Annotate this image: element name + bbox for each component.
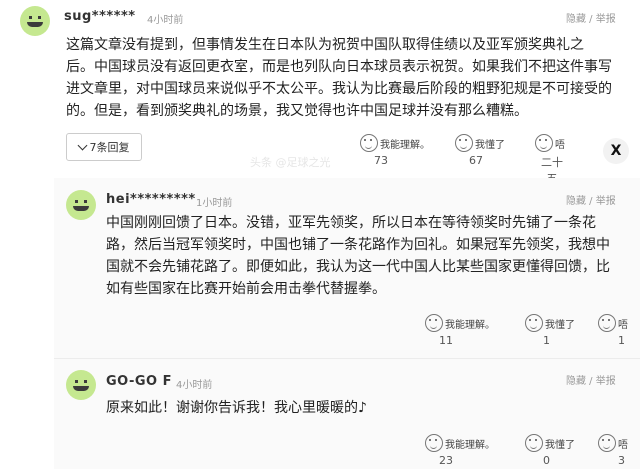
watermark: 头条 @足球之光 bbox=[250, 156, 331, 169]
hide-link[interactable]: 隐藏 bbox=[566, 376, 586, 387]
reaction-got-it[interactable]: 我懂了 67 bbox=[455, 134, 505, 167]
report-link[interactable]: 举报 bbox=[596, 14, 616, 25]
comment-line: 原来如此！谢谢你告诉我！我心里暖暖的♪ bbox=[106, 400, 367, 416]
thinking-face-icon bbox=[535, 134, 553, 152]
comment-body: 原来如此！谢谢你告诉我！我心里暖暖的♪ bbox=[106, 397, 636, 419]
hide-link[interactable]: 隐藏 bbox=[566, 196, 586, 207]
hide-link[interactable]: 隐藏 bbox=[566, 14, 586, 25]
show-replies-button[interactable]: 7条回复 bbox=[66, 133, 142, 161]
thinking-face-icon bbox=[598, 314, 616, 332]
comment-line: 进文章里，对中国球员来说似乎不太公平。我认为比赛最后阶段的粗野犯规是不可接受的 bbox=[66, 81, 612, 97]
chevron-down-icon bbox=[77, 140, 87, 150]
username[interactable]: sug****** bbox=[64, 9, 136, 24]
timestamp: 1小时前 bbox=[196, 198, 233, 209]
avatar[interactable] bbox=[20, 6, 50, 36]
report-link[interactable]: 举报 bbox=[596, 376, 616, 387]
comment-body: 中国刚刚回馈了日本。没错，亚军先领奖，所以日本在等待领奖时先铺了一条花 路，然后… bbox=[106, 212, 636, 300]
avatar[interactable] bbox=[66, 190, 96, 220]
comment-actions: 隐藏 / 举报 bbox=[566, 14, 616, 25]
smile-face-icon bbox=[425, 314, 443, 332]
avatar[interactable] bbox=[66, 370, 96, 400]
timestamp: 4小时前 bbox=[147, 15, 184, 26]
username[interactable]: hei********* bbox=[106, 192, 196, 207]
report-link[interactable]: 举报 bbox=[596, 196, 616, 207]
comment-line: 如有些国家在比赛开始前会用击拳代替握拳。 bbox=[106, 281, 386, 297]
reaction-hmm[interactable]: 唔 3 bbox=[598, 434, 628, 467]
username[interactable]: GO-GO F bbox=[106, 374, 172, 389]
reaction-understand[interactable]: 我能理解。 73 bbox=[360, 134, 430, 167]
reaction-understand[interactable]: 我能理解。 11 bbox=[425, 314, 495, 347]
reaction-got-it[interactable]: 我懂了 0 bbox=[525, 434, 575, 467]
reaction-understand[interactable]: 我能理解。 23 bbox=[425, 434, 495, 467]
comment-body: 这篇文章没有提到，但事情发生在日本队为祝贺中国队取得佳绩以及亚军颁奖典礼之 后。… bbox=[66, 34, 636, 122]
comment-actions: 隐藏 / 举报 bbox=[566, 196, 616, 207]
smile-face-icon bbox=[360, 134, 378, 152]
comment-actions: 隐藏 / 举报 bbox=[566, 376, 616, 387]
smile-face-icon bbox=[425, 434, 443, 452]
smile-face-icon bbox=[525, 434, 543, 452]
reaction-got-it[interactable]: 我懂了 1 bbox=[525, 314, 575, 347]
thinking-face-icon bbox=[598, 434, 616, 452]
reply-divider bbox=[54, 358, 640, 359]
comment-line: 后。中国球员没有返回更衣室，而是也列队向日本球员表示祝贺。如果我们不把这件事写 bbox=[66, 59, 612, 75]
comment-line: 这篇文章没有提到，但事情发生在日本队为祝贺中国队取得佳绩以及亚军颁奖典礼之 bbox=[66, 37, 584, 53]
reaction-hmm[interactable]: 唔 二十五 bbox=[535, 134, 565, 185]
comment-line: 路，然后当冠军领奖时，中国也铺了一条花路作为回礼。如果冠军先领奖，我想中 bbox=[106, 237, 610, 253]
timestamp: 4小时前 bbox=[176, 380, 213, 391]
comment-line: 的。但是，看到颁奖典礼的场景，我又觉得也许中国足球并没有那么糟糕。 bbox=[66, 103, 528, 119]
x-share-button[interactable]: X bbox=[603, 138, 629, 164]
comment-line: 国就不会先铺花路了。即便如此，我认为这一代中国人比某些国家更懂得回馈，比 bbox=[106, 259, 610, 275]
smile-face-icon bbox=[455, 134, 473, 152]
comment-line: 中国刚刚回馈了日本。没错，亚军先领奖，所以日本在等待领奖时先铺了一条花 bbox=[106, 215, 596, 231]
replies-count-label: 7条回复 bbox=[89, 141, 130, 154]
smile-face-icon bbox=[525, 314, 543, 332]
reaction-hmm[interactable]: 唔 1 bbox=[598, 314, 628, 347]
